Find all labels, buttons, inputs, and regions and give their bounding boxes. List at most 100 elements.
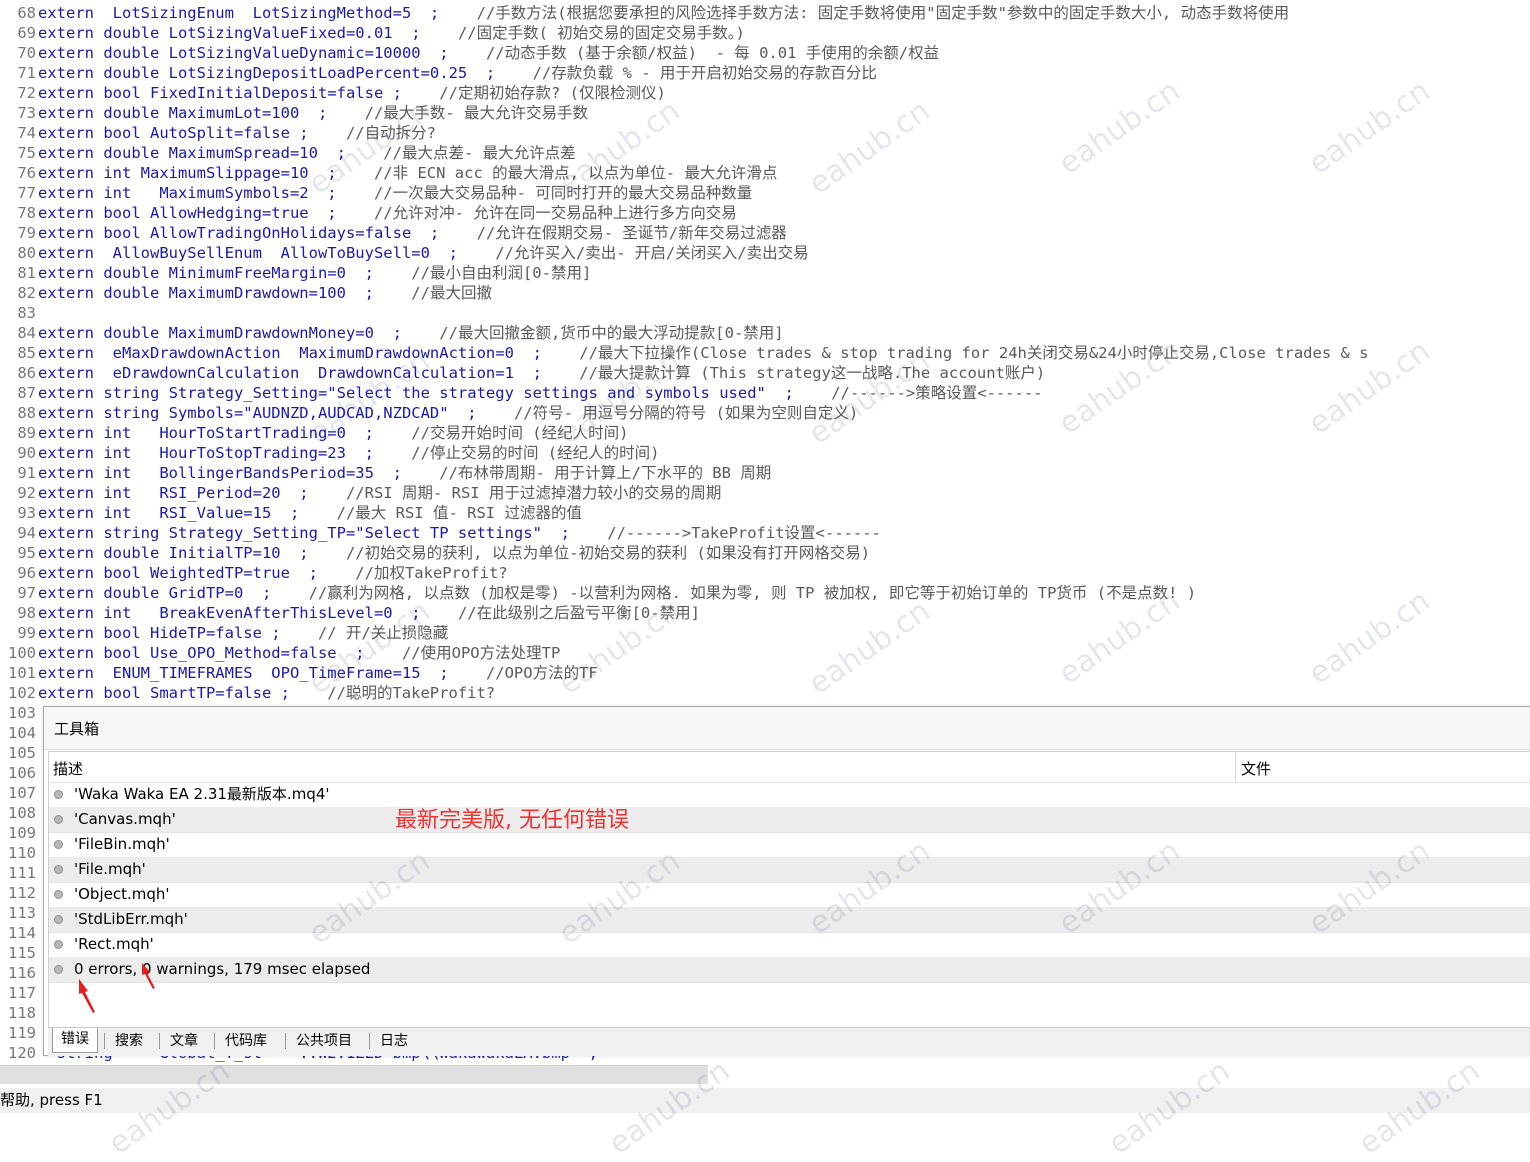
message-row[interactable]: 'File.mqh' <box>49 857 1530 883</box>
code-line[interactable]: 118 <box>0 1003 38 1023</box>
code-line[interactable]: 107 <box>0 783 38 803</box>
code-line[interactable]: 110 <box>0 843 38 863</box>
message-row[interactable]: 'FileBin.mqh' <box>49 832 1530 858</box>
code-line[interactable]: 117 <box>0 983 38 1003</box>
message-row[interactable]: 'StdLibErr.mqh' <box>49 907 1530 933</box>
code-text: extern ENUM_TIMEFRAMES OPO_TimeFrame=15 … <box>38 664 449 682</box>
code-comment: //初始交易的获利, 以点为单位-初始交易的获利 (如果没有打开网格交易) <box>345 544 871 562</box>
line-number: 98 <box>17 604 36 622</box>
code-line[interactable]: 85 extern eMaxDrawdownAction MaximumDrawd… <box>0 343 1368 363</box>
code-line[interactable]: 68 extern LotSizingEnum LotSizingMethod=5… <box>0 3 1289 23</box>
code-line[interactable]: 98 extern int BreakEvenAfterThisLevel=0 ;… <box>0 603 700 623</box>
line-number: 111 <box>8 864 36 882</box>
tab-4[interactable]: 公共项目 <box>288 1030 360 1052</box>
code-line[interactable]: 105 <box>0 743 38 763</box>
code-line[interactable]: 113 <box>0 903 38 923</box>
code-line[interactable]: 119 <box>0 1023 38 1043</box>
message-text: 'Canvas.mqh' <box>74 810 176 828</box>
message-row[interactable]: 'Object.mqh' <box>49 882 1530 908</box>
column-divider[interactable] <box>1235 752 1236 782</box>
message-row[interactable]: 'Rect.mqh' <box>49 932 1530 958</box>
code-line[interactable]: 80 extern AllowBuySellEnum AllowToBuySell… <box>0 243 808 263</box>
code-line[interactable]: 69 extern double LotSizingValueFixed=0.01… <box>0 23 745 43</box>
message-row[interactable]: 'Canvas.mqh' <box>49 807 1530 833</box>
code-line[interactable]: 100 extern bool Use_OPO_Method=false ; //… <box>0 643 560 663</box>
code-comment: //布林带周期- 用于计算上/下水平的 BB 周期 <box>439 464 772 482</box>
code-line[interactable]: 92 extern int RSI_Period=20 ; //RSI 周期- R… <box>0 483 721 503</box>
tab-1[interactable]: 搜索 <box>107 1030 151 1052</box>
code-line[interactable]: 97 extern double GridTP=0 ; //赢利为网格, 以点数 … <box>0 583 1196 603</box>
code-line[interactable]: 72 extern bool FixedInitialDeposit=false … <box>0 83 666 103</box>
code-line[interactable]: 116 <box>0 963 38 983</box>
info-bullet-icon <box>54 890 63 899</box>
code-line[interactable]: 102 extern bool SmartTP=false ; //聪明的Take… <box>0 683 495 703</box>
horizontal-scrollbar[interactable] <box>0 1065 708 1084</box>
code-line[interactable]: 89 extern int HourToStartTrading=0 ; //交易… <box>0 423 628 443</box>
code-line[interactable]: 84 extern double MaximumDrawdownMoney=0 ;… <box>0 323 783 343</box>
code-line[interactable]: 93 extern int RSI_Value=15 ; //最大 RSI 值- … <box>0 503 582 523</box>
code-line[interactable]: 108 <box>0 803 38 823</box>
info-bullet-icon <box>54 965 63 974</box>
message-row[interactable]: 0 errors, 0 warnings, 179 msec elapsed <box>49 957 1530 983</box>
code-line[interactable]: 99 extern bool HideTP=false ; // 开/关止损隐藏 <box>0 623 448 643</box>
code-line[interactable]: 77 extern int MaximumSymbols=2 ; //一次最大交易… <box>0 183 752 203</box>
message-row[interactable]: 'Waka Waka EA 2.31最新版本.mq4' <box>49 782 1530 808</box>
code-line[interactable]: 95 extern double InitialTP=10 ; //初始交易的获利… <box>0 543 870 563</box>
code-line[interactable]: 74 extern bool AutoSplit=false ; //自动拆分? <box>0 123 436 143</box>
message-list[interactable]: 描述 文件 'Waka Waka EA 2.31最新版本.mq4' 'Canvas… <box>48 751 1530 1029</box>
message-text: 'File.mqh' <box>74 860 146 878</box>
code-line[interactable]: 71 extern double LotSizingDepositLoadPerc… <box>0 63 877 83</box>
code-line[interactable]: 103 <box>0 703 38 723</box>
code-line[interactable]: 70 extern double LotSizingValueDynamic=10… <box>0 43 939 63</box>
tab-3[interactable]: 代码库 <box>217 1030 275 1052</box>
code-line[interactable]: 78 extern bool AllowHedging=true ; //允许对冲… <box>0 203 737 223</box>
code-line[interactable]: 73 extern double MaximumLot=100 ; //最大手数-… <box>0 103 588 123</box>
code-line[interactable]: 114 <box>0 923 38 943</box>
code-comment: //最大点差- 最大允许点差 <box>383 144 576 162</box>
code-line[interactable]: 76 extern int MaximumSlippage=10 ; //非 EC… <box>0 163 777 183</box>
code-comment: // 开/关止损隐藏 <box>317 624 449 642</box>
column-header-description[interactable]: 描述 <box>53 758 83 779</box>
code-comment: //允许对冲- 允许在同一交易品种上进行多方向交易 <box>373 204 737 222</box>
code-text: extern double LotSizingValueDynamic=1000… <box>38 44 449 62</box>
line-number: 108 <box>8 804 36 822</box>
tab-5[interactable]: 日志 <box>372 1030 416 1052</box>
line-number: 112 <box>8 884 36 902</box>
code-line[interactable]: 91 extern int BollingerBandsPeriod=35 ; /… <box>0 463 771 483</box>
code-line[interactable]: 87 extern string Strategy_Setting="Select… <box>0 383 1042 403</box>
code-line[interactable]: 75 extern double MaximumSpread=10 ; //最大点… <box>0 143 576 163</box>
tab-2[interactable]: 文章 <box>162 1030 206 1052</box>
code-line[interactable]: 109 <box>0 823 38 843</box>
tab-0[interactable]: 错误 <box>52 1028 98 1053</box>
tab-separator <box>104 1033 105 1049</box>
tab-separator <box>285 1033 286 1049</box>
column-header-file[interactable]: 文件 <box>1241 758 1271 779</box>
code-line[interactable]: 106 <box>0 763 38 783</box>
code-text: extern double MaximumLot=100 ; <box>38 104 328 122</box>
code-line[interactable]: 111 <box>0 863 38 883</box>
code-line[interactable]: 88 extern string Symbols="AUDNZD,AUDCAD,N… <box>0 403 858 423</box>
code-line[interactable]: 90 extern int HourToStopTrading=23 ; //停止… <box>0 443 659 463</box>
code-line[interactable]: 96 extern bool WeightedTP=true ; //加权Take… <box>0 563 507 583</box>
code-line[interactable]: 112 <box>0 883 38 903</box>
code-line[interactable]: 101 extern ENUM_TIMEFRAMES OPO_TimeFrame=… <box>0 663 598 683</box>
code-line[interactable]: 81 extern double MinimumFreeMargin=0 ; //… <box>0 263 591 283</box>
code-line[interactable]: 82 extern double MaximumDrawdown=100 ; //… <box>0 283 492 303</box>
code-line[interactable]: 86 extern eDrawdownCalculation DrawdownCa… <box>0 363 1045 383</box>
line-number: 91 <box>17 464 36 482</box>
code-comment: //最小自由利润[0-禁用] <box>411 264 592 282</box>
code-comment: //在此级别之后盈亏平衡[0-禁用] <box>457 604 700 622</box>
code-text: extern int HourToStartTrading=0 ; <box>38 424 374 442</box>
line-number: 83 <box>17 304 36 322</box>
line-number: 102 <box>8 684 36 702</box>
code-line[interactable]: 104 <box>0 723 38 743</box>
line-number: 72 <box>17 84 36 102</box>
code-line[interactable]: 94 extern string Strategy_Setting_TP="Sel… <box>0 523 881 543</box>
toolbox-tab-strip: 错误 搜索 文章 代码库 公共项目 日志 <box>48 1027 1530 1056</box>
code-line[interactable]: 115 <box>0 943 38 963</box>
line-number: 101 <box>8 664 36 682</box>
status-bar: 帮助, press F1 <box>0 1088 1530 1113</box>
code-line[interactable]: 83 <box>0 303 38 323</box>
code-comment: //定期初始存款? (仅限检测仪) <box>439 84 666 102</box>
code-line[interactable]: 79 extern bool AllowTradingOnHolidays=fal… <box>0 223 786 243</box>
